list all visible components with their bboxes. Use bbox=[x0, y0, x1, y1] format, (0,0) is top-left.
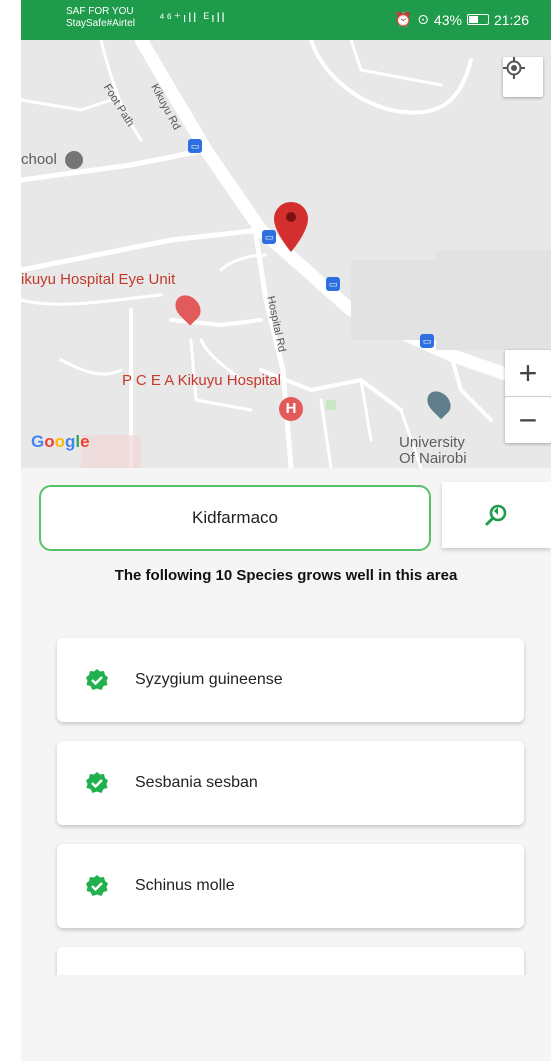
bus-stop-icon[interactable]: ▭ bbox=[420, 334, 434, 348]
species-card[interactable] bbox=[57, 947, 524, 975]
zoom-in-button[interactable]: + bbox=[505, 350, 551, 397]
carrier-info: SAF FOR YOU StaySafe#Airtel bbox=[66, 6, 135, 30]
map-label-eye-unit: ikuyu Hospital Eye Unit bbox=[21, 271, 176, 288]
search-button[interactable] bbox=[442, 482, 551, 548]
map-view[interactable]: Foot Path Kikuyu Rd Hospital Rd chool ik… bbox=[21, 40, 551, 468]
alarm-icon: ⏰ bbox=[394, 11, 413, 27]
status-bar: SAF FOR YOU StaySafe#Airtel ⁴⁶⁺ıll ᴱıll … bbox=[21, 0, 551, 40]
species-card[interactable]: Schinus molle bbox=[57, 844, 524, 928]
map-label-university-line2: Of Nairobi bbox=[399, 450, 467, 467]
search-input[interactable]: Kidfarmaco bbox=[39, 485, 431, 551]
hospital-h-icon[interactable]: H bbox=[279, 397, 303, 421]
battery-percent: 43% bbox=[433, 11, 462, 28]
school-icon bbox=[65, 151, 84, 170]
species-name: Sesbania sesban bbox=[135, 774, 258, 791]
location-icon: ⊙ bbox=[417, 11, 429, 27]
verified-check-icon bbox=[86, 875, 108, 896]
google-logo: Google bbox=[31, 432, 90, 451]
my-location-button[interactable] bbox=[503, 57, 543, 97]
verified-check-icon bbox=[86, 772, 108, 793]
location-pin-icon[interactable] bbox=[274, 202, 308, 252]
bus-stop-icon[interactable]: ▭ bbox=[326, 277, 340, 291]
map-label-school: chool bbox=[21, 151, 84, 170]
search-refresh-icon bbox=[485, 504, 506, 526]
species-name: Syzygium guineense bbox=[135, 671, 283, 688]
verified-check-icon bbox=[86, 669, 108, 690]
crosshair-icon bbox=[503, 57, 525, 79]
zoom-out-button[interactable]: − bbox=[505, 397, 551, 443]
battery-icon bbox=[466, 14, 489, 25]
map-label-school-text: chool bbox=[21, 151, 57, 168]
species-card[interactable]: Syzygium guineense bbox=[57, 638, 524, 722]
map-label-university: University Of Nairobi bbox=[399, 435, 467, 467]
map-label-hospital: P C E A Kikuyu Hospital bbox=[122, 372, 281, 389]
status-right: ⏰ ⊙ 43% 21:26 bbox=[395, 11, 529, 28]
carrier-name: SAF FOR YOU bbox=[66, 6, 134, 17]
bus-stop-icon[interactable]: ▭ bbox=[188, 139, 202, 153]
species-card[interactable]: Sesbania sesban bbox=[57, 741, 524, 825]
clock: 21:26 bbox=[493, 11, 529, 28]
signal-icons: ⁴⁶⁺ıll ᴱıll bbox=[159, 10, 227, 25]
app-frame: SAF FOR YOU StaySafe#Airtel ⁴⁶⁺ıll ᴱıll … bbox=[21, 0, 551, 1061]
carrier-secondary: StaySafe#Airtel bbox=[66, 18, 135, 29]
species-name: Schinus molle bbox=[135, 877, 235, 894]
species-list[interactable]: Syzygium guineense Sesbania sesban Schin… bbox=[21, 590, 551, 975]
species-info-text: The following 10 Species grows well in t… bbox=[114, 567, 458, 584]
map-label-university-line1: University bbox=[399, 434, 465, 451]
